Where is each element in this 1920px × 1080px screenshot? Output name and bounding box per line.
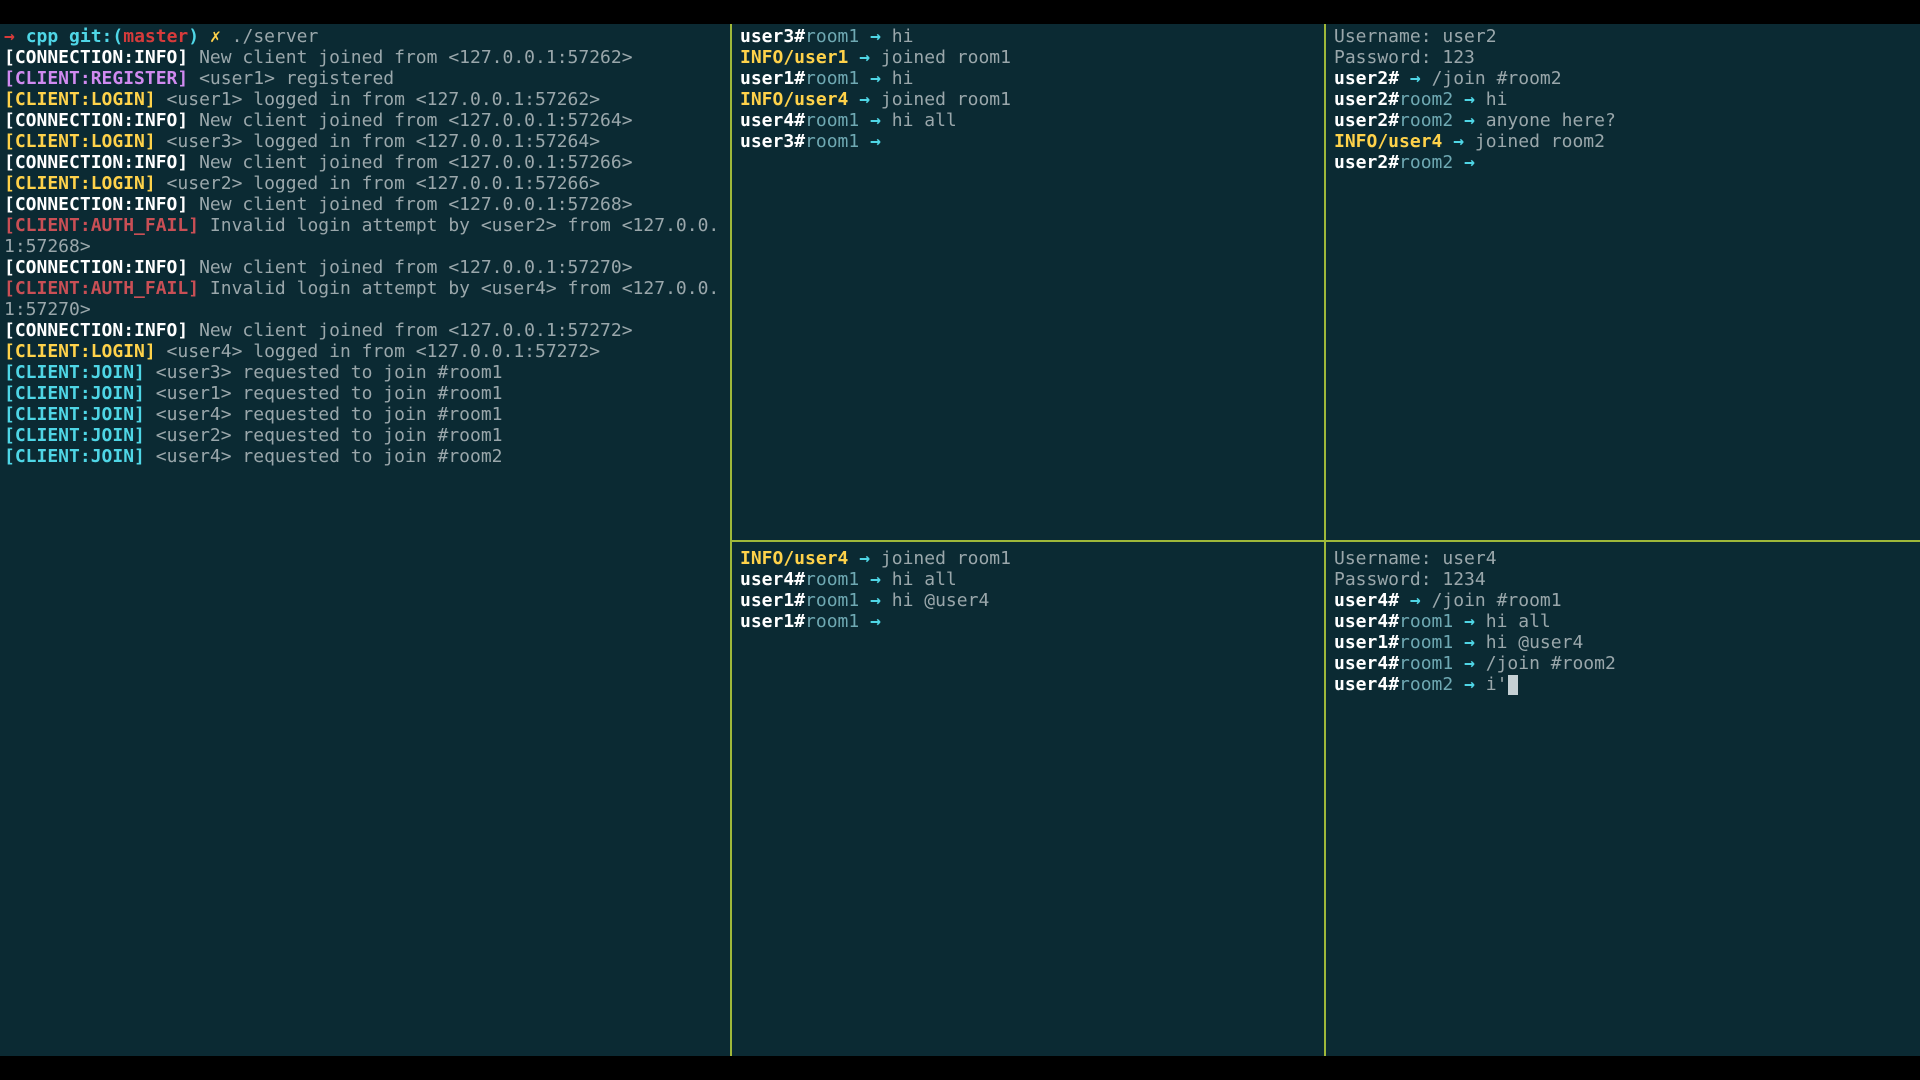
server-log-line: [CLIENT:LOGIN] <user4> logged in from <1… <box>4 341 724 362</box>
chat-line: user4#room1 → hi all <box>1334 611 1914 632</box>
chat-line: user1#room1 → <box>740 611 1316 632</box>
server-log-line: [CLIENT:JOIN] <user1> requested to join … <box>4 383 724 404</box>
chat-line: user3#room1 → <box>740 131 1316 152</box>
chat-line: user4#room2 → i' <box>1334 674 1914 695</box>
server-log-line: [CLIENT:JOIN] <user4> requested to join … <box>4 404 724 425</box>
chat-line: INFO/user4 → joined room1 <box>740 89 1316 110</box>
chat-line: user4#room1 → /join #room2 <box>1334 653 1914 674</box>
server-log-line: [CONNECTION:INFO] New client joined from… <box>4 257 724 278</box>
server-log-line: [CLIENT:AUTH_FAIL] Invalid login attempt… <box>4 278 724 299</box>
server-log-line: [CLIENT:LOGIN] <user3> logged in from <1… <box>4 131 724 152</box>
server-log-line: [CONNECTION:INFO] New client joined from… <box>4 194 724 215</box>
tmux-window: → cpp git:(master) ✗ ./server[CONNECTION… <box>0 24 1920 1056</box>
client-pane-user4[interactable]: Username: user4Password: 1234user4# → /j… <box>1330 546 1918 1054</box>
shell-prompt: → cpp git:(master) ✗ ./server <box>4 26 724 47</box>
chat-line: INFO/user4 → joined room1 <box>740 548 1316 569</box>
pane-divider-horizontal <box>730 540 1920 542</box>
login-password-line: Password: 1234 <box>1334 569 1914 590</box>
server-log-line: [CLIENT:REGISTER] <user1> registered <box>4 68 724 89</box>
client-pane-user3[interactable]: user3#room1 → hiINFO/user1 → joined room… <box>736 24 1320 538</box>
server-log-line: [CONNECTION:INFO] New client joined from… <box>4 110 724 131</box>
cursor <box>1508 675 1518 695</box>
server-log-line: 1:57270> <box>4 299 724 320</box>
chat-line: user4#room1 → hi all <box>740 110 1316 131</box>
login-password-line: Password: 123 <box>1334 47 1914 68</box>
server-log-line: 1:57268> <box>4 236 724 257</box>
server-log-line: [CLIENT:LOGIN] <user1> logged in from <1… <box>4 89 724 110</box>
chat-line: INFO/user1 → joined room1 <box>740 47 1316 68</box>
login-username-line: Username: user4 <box>1334 548 1914 569</box>
client-pane-user2[interactable]: Username: user2Password: 123user2# → /jo… <box>1330 24 1918 538</box>
server-log-line: [CLIENT:JOIN] <user4> requested to join … <box>4 446 724 467</box>
chat-line: user2#room2 → <box>1334 152 1914 173</box>
client-pane-user1[interactable]: INFO/user4 → joined room1user4#room1 → h… <box>736 546 1320 1054</box>
server-log-line: [CLIENT:JOIN] <user2> requested to join … <box>4 425 724 446</box>
chat-line: user2#room2 → hi <box>1334 89 1914 110</box>
login-username-line: Username: user2 <box>1334 26 1914 47</box>
chat-line: user2#room2 → anyone here? <box>1334 110 1914 131</box>
chat-line: user3#room1 → hi <box>740 26 1316 47</box>
server-log-line: [CLIENT:AUTH_FAIL] Invalid login attempt… <box>4 215 724 236</box>
chat-line: INFO/user4 → joined room2 <box>1334 131 1914 152</box>
chat-line: user4#room1 → hi all <box>740 569 1316 590</box>
chat-line: user4# → /join #room1 <box>1334 590 1914 611</box>
chat-line: user1#room1 → hi @user4 <box>740 590 1316 611</box>
server-log-line: [CLIENT:JOIN] <user3> requested to join … <box>4 362 724 383</box>
chat-line: user1#room1 → hi <box>740 68 1316 89</box>
chat-line: user2# → /join #room2 <box>1334 68 1914 89</box>
chat-line: user1#room1 → hi @user4 <box>1334 632 1914 653</box>
server-pane[interactable]: → cpp git:(master) ✗ ./server[CONNECTION… <box>0 24 728 1056</box>
server-log-line: [CONNECTION:INFO] New client joined from… <box>4 152 724 173</box>
server-log-line: [CONNECTION:INFO] New client joined from… <box>4 320 724 341</box>
server-log-line: [CONNECTION:INFO] New client joined from… <box>4 47 724 68</box>
server-log-line: [CLIENT:LOGIN] <user2> logged in from <1… <box>4 173 724 194</box>
